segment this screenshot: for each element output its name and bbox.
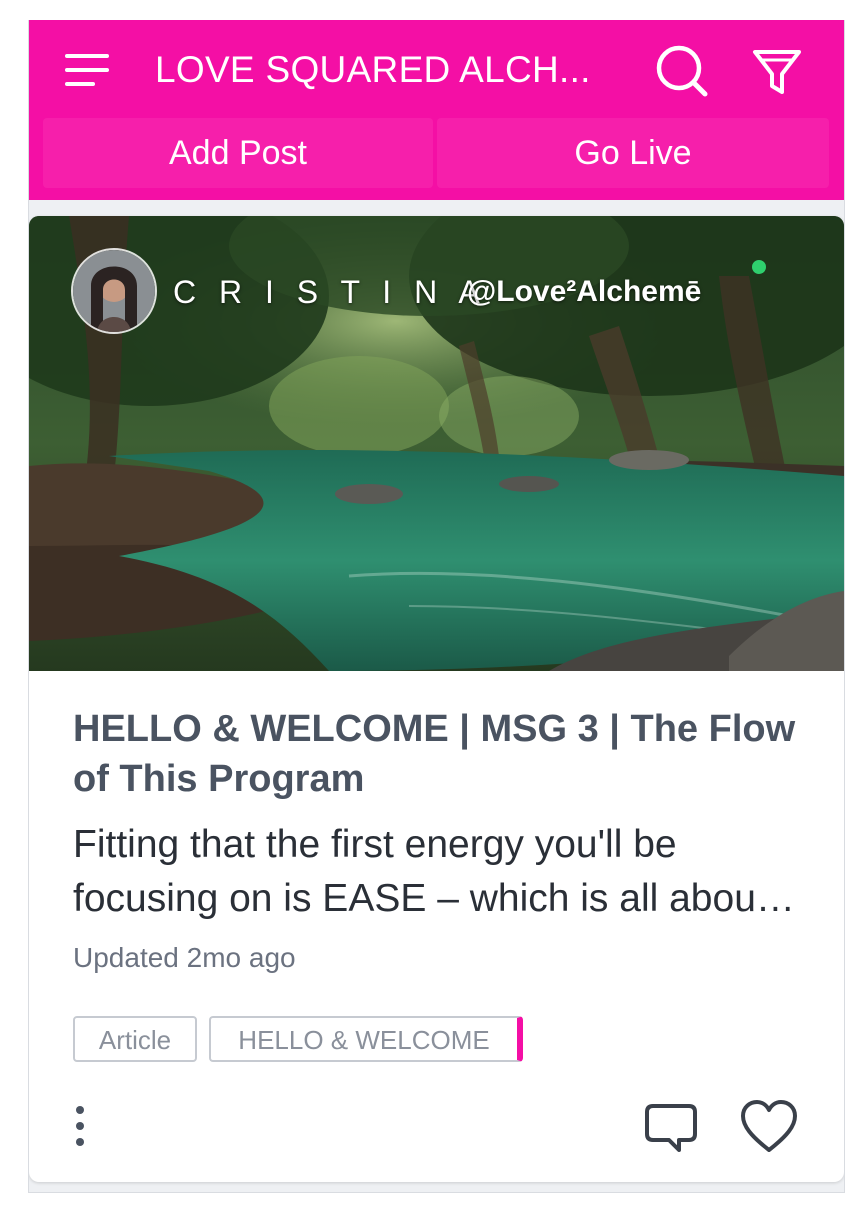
header-actions: Add Post Go Live xyxy=(43,118,829,188)
post-updated-time: Updated 2mo ago xyxy=(73,942,296,973)
post-excerpt: Fitting that the first energy you'll be … xyxy=(73,823,767,920)
heart-icon[interactable] xyxy=(737,1096,801,1156)
author-handle: @Love²Alchemē xyxy=(467,275,702,308)
post-card[interactable]: C R I S T I N A @Love²Alchemē HELLO & WE… xyxy=(29,216,844,1182)
post-title[interactable]: HELLO & WELCOME | MSG 3 | The Flow of Th… xyxy=(73,704,803,804)
filter-icon[interactable] xyxy=(749,40,805,100)
tag-hello-welcome[interactable]: HELLO & WELCOME xyxy=(209,1016,523,1062)
app-frame: LOVE SQUARED ALCH... Add Post Go Live C … xyxy=(28,20,845,1193)
app-header: LOVE SQUARED ALCH... Add Post Go Live xyxy=(29,20,844,200)
more-vertical-icon[interactable] xyxy=(65,1102,95,1152)
go-live-button[interactable]: Go Live xyxy=(437,118,829,188)
author-avatar[interactable] xyxy=(71,248,157,334)
online-status-indicator xyxy=(752,260,766,274)
add-post-button[interactable]: Add Post xyxy=(43,118,433,188)
search-icon[interactable] xyxy=(651,40,711,100)
post-cover-image[interactable]: C R I S T I N A @Love²Alchemē xyxy=(29,216,844,671)
hamburger-menu-icon[interactable] xyxy=(63,48,111,92)
tag-article[interactable]: Article xyxy=(73,1016,197,1062)
community-title: LOVE SQUARED ALCH... xyxy=(155,49,591,90)
comment-icon[interactable] xyxy=(641,1096,701,1156)
author-name: C R I S T I N A xyxy=(173,274,487,310)
top-bar: LOVE SQUARED ALCH... xyxy=(29,20,844,120)
